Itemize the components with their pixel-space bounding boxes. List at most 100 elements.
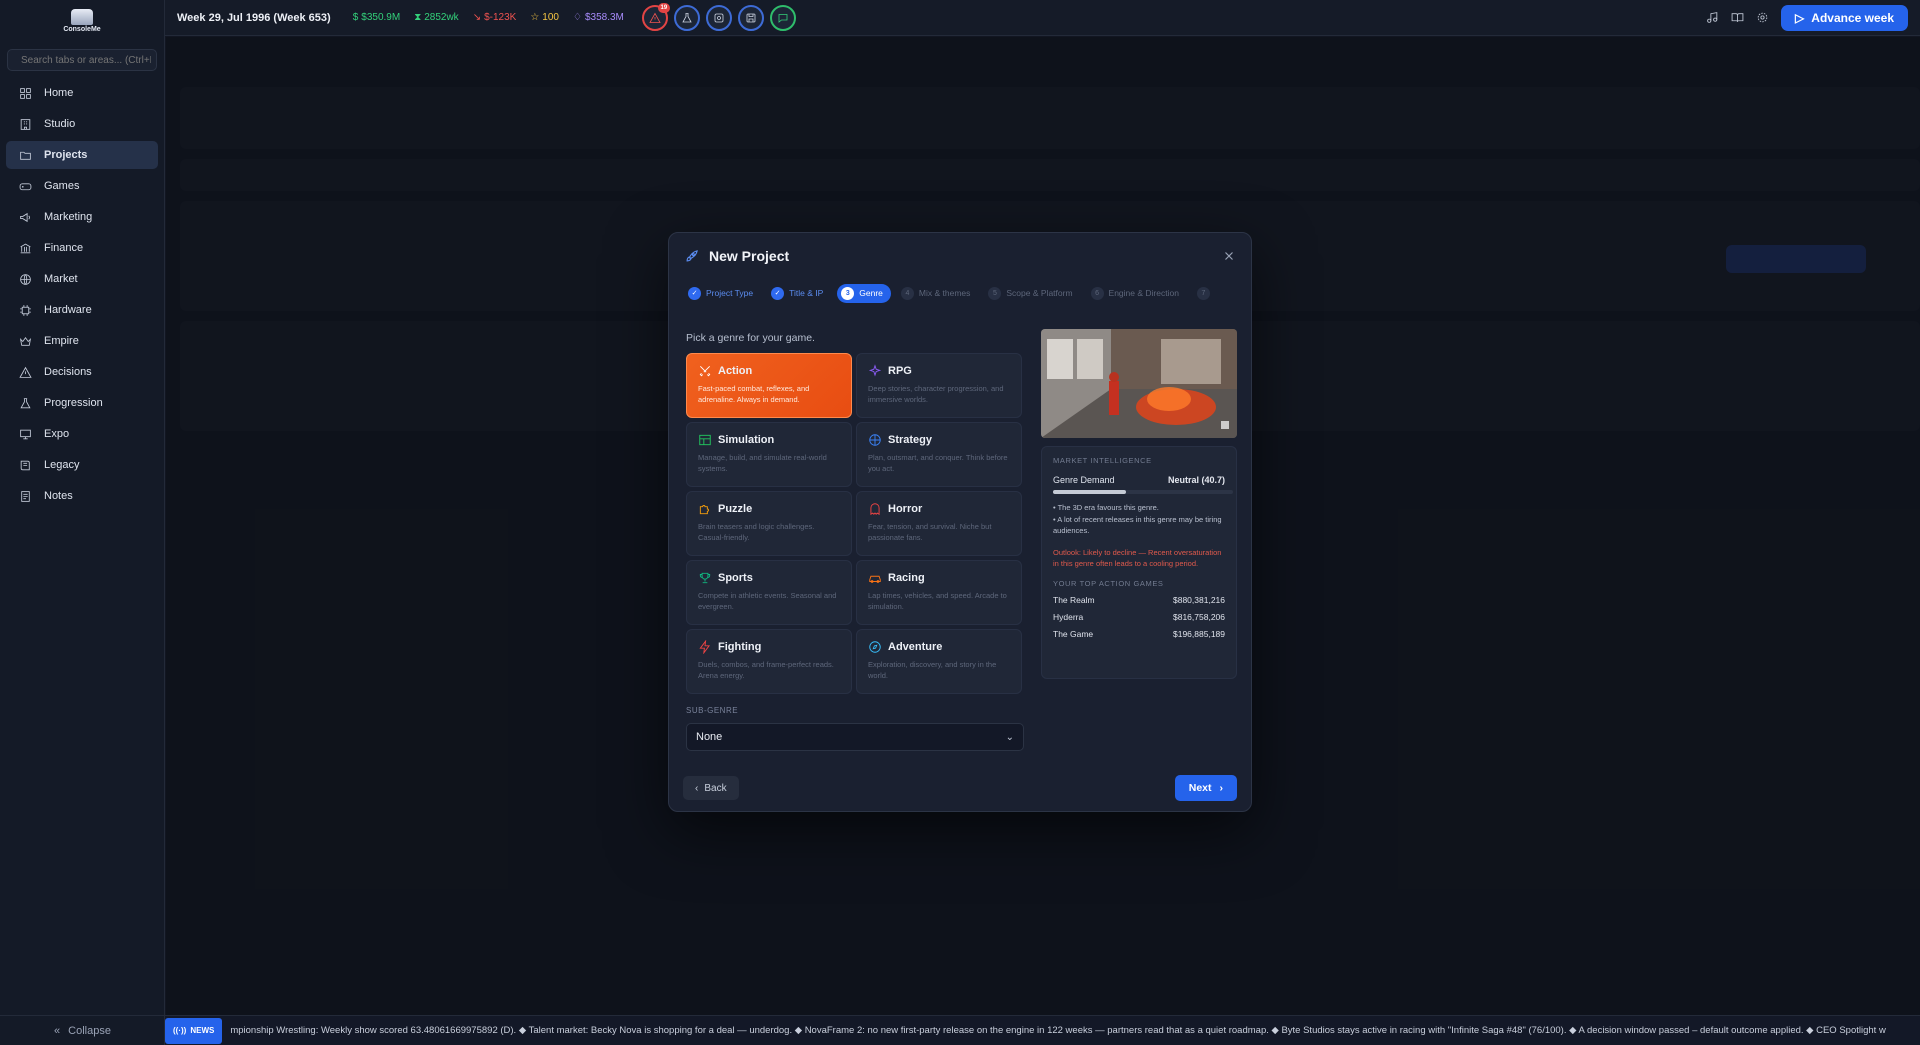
step-next[interactable]: 7 [1193,284,1218,303]
modal-footer: ‹ Back Next › [669,765,1251,811]
sidebar-item-notes[interactable]: Notes [6,482,158,510]
step-number: 6 [1090,286,1104,300]
sidebar-item-expo[interactable]: Expo [6,420,158,448]
advance-week-button[interactable]: ▷ Advance week [1781,4,1908,31]
demand-bar [1053,490,1233,494]
sidebar-item-home[interactable]: Home [6,79,158,107]
game-revenue: $196,885,189 [1173,629,1225,640]
sidebar-item-finance[interactable]: Finance [6,234,158,262]
close-icon[interactable] [1222,249,1236,263]
book-open-icon[interactable] [1731,11,1744,24]
sidebar-item-studio[interactable]: Studio [6,110,158,138]
step-project-type[interactable]: ✓ Project Type [684,284,761,303]
research-button[interactable] [673,4,700,31]
building-icon [20,118,31,130]
next-label: Next [1188,782,1212,794]
genre-card-fighting[interactable]: Fighting Duels, combos, and frame-perfec… [686,629,852,694]
search-input[interactable] [21,54,151,66]
demand-label: Genre Demand [1053,475,1115,485]
notes-icon [21,490,30,502]
intel-bullets: • The 3D era favours this genre. • A lot… [1053,502,1225,537]
sidebar-item-market[interactable]: Market [6,265,158,293]
advance-week-label: Advance week [1811,10,1894,25]
sidebar-item-hardware[interactable]: Hardware [6,296,158,324]
step-number: 7 [1196,286,1210,300]
chart-icon [699,434,711,446]
logo-text: ConsoleMe [63,26,101,33]
back-label: Back [704,782,727,794]
genre-card-racing[interactable]: Racing Lap times, vehicles, and speed. A… [856,560,1022,625]
sidebar-item-projects[interactable]: Projects [6,141,158,169]
subgenre-value: None [696,731,723,743]
sidebar-item-progression[interactable]: Progression [6,389,158,417]
topbar-actions: ▷ Advance week [1706,4,1908,31]
back-button[interactable]: ‹ Back [683,776,739,800]
sidebar-item-label: Games [44,180,80,192]
genre-description: Manage, build, and simulate real-world s… [698,453,827,474]
chat-button[interactable] [769,4,796,31]
genre-name: Simulation [718,434,775,446]
app-logo[interactable]: ConsoleMe [0,0,164,42]
genre-card-action[interactable]: Action Fast-paced combat, reflexes, and … [686,353,852,418]
step-mix-themes[interactable]: 4 Mix & themes [897,284,979,303]
step-title-ip[interactable]: ✓ Title & IP [767,284,831,303]
top-games: YOUR TOP ACTION GAMES The Realm $880,381,… [1053,579,1225,639]
music-icon[interactable] [1706,11,1719,24]
genre-card-rpg[interactable]: RPG Deep stories, character progression,… [856,353,1022,418]
sidebar-item-label: Progression [44,397,103,409]
genre-description: Fast-paced combat, reflexes, and adrenal… [698,384,810,405]
runway-value: 2852wk [424,12,459,23]
alerts-button[interactable]: 19 [641,2,670,31]
gear-icon[interactable] [1756,11,1769,24]
genre-description: Duels, combos, and frame-perfect reads. … [698,660,834,681]
genre-card-strategy[interactable]: Strategy Plan, outsmart, and conquer. Th… [856,422,1022,487]
sidebar-item-empire[interactable]: Empire [6,327,158,355]
intel-bullet: • A lot of recent releases in this genre… [1053,514,1222,536]
sidebar-nav: Home Studio Projects Games Marketing Fin… [0,79,164,510]
collapse-button[interactable]: « Collapse [0,1015,165,1045]
genre-card-puzzle[interactable]: Puzzle Brain teasers and logic challenge… [686,491,852,556]
sidebar-item-games[interactable]: Games [6,172,158,200]
genre-description: Plan, outsmart, and conquer. Think befor… [868,453,1008,474]
save-button[interactable] [737,4,764,31]
genre-name: RPG [888,365,912,377]
genre-description: Compete in athletic events. Seasonal and… [698,591,837,612]
sidebar-item-legacy[interactable]: Legacy [6,451,158,479]
valuation-stat[interactable]: ♢ $358.3M [573,12,624,23]
news-badge[interactable]: ((·)) NEWS [165,1017,223,1044]
megaphone-icon [20,212,30,222]
sidebar-item-decisions[interactable]: Decisions [6,358,158,386]
puzzle-icon [699,505,709,515]
alerts-badge: 19 [657,2,670,13]
genre-description: Lap times, vehicles, and speed. Arcade t… [868,591,1007,612]
sidebar-item-label: Finance [44,242,84,254]
hourglass-icon: ⧗ [414,12,422,23]
sidebar-item-marketing[interactable]: Marketing [6,203,158,231]
target-button[interactable] [705,4,732,31]
weekly-cashflow-stat[interactable]: ↘ $-123K [473,12,517,23]
sidebar-search[interactable] [7,49,157,71]
subgenre-select[interactable]: None ⌄ [686,723,1024,751]
step-label: Mix & themes [918,288,971,298]
top-games-header: YOUR TOP ACTION GAMES [1053,579,1164,589]
weekly-cashflow-value: $-123K [484,12,517,23]
genre-info-panel: MARKET INTELLIGENCE Genre Demand Neutral… [1041,329,1237,679]
news-ticker: ((·)) NEWS mpionship Wrestling: Weekly s… [165,1015,1920,1045]
step-number: 3 [841,286,855,300]
step-label: Engine & Direction [1108,288,1179,298]
broadcast-icon: ((·)) [173,1026,187,1035]
next-button[interactable]: Next › [1174,775,1237,801]
step-engine-direction[interactable]: 6 Engine & Direction [1087,284,1187,303]
reputation-stat[interactable]: ☆ 100 [530,12,559,23]
genre-name: Adventure [888,641,943,653]
genre-demand-row: Genre Demand Neutral (40.7) [1053,475,1225,485]
cash-stat[interactable]: $ $350.9M [353,12,400,23]
step-genre[interactable]: 3 Genre [837,283,891,303]
runway-stat[interactable]: ⧗ 2852wk [414,12,459,23]
genre-card-adventure[interactable]: Adventure Exploration, discovery, and st… [856,629,1022,694]
step-scope-platform[interactable]: 5 Scope & Platform [984,284,1080,303]
genre-card-horror[interactable]: Horror Fear, tension, and survival. Nich… [856,491,1022,556]
genre-card-simulation[interactable]: Simulation Manage, build, and simulate r… [686,422,852,487]
genre-card-sports[interactable]: Sports Compete in athletic events. Seaso… [686,560,852,625]
sidebar-item-label: Hardware [44,304,92,316]
